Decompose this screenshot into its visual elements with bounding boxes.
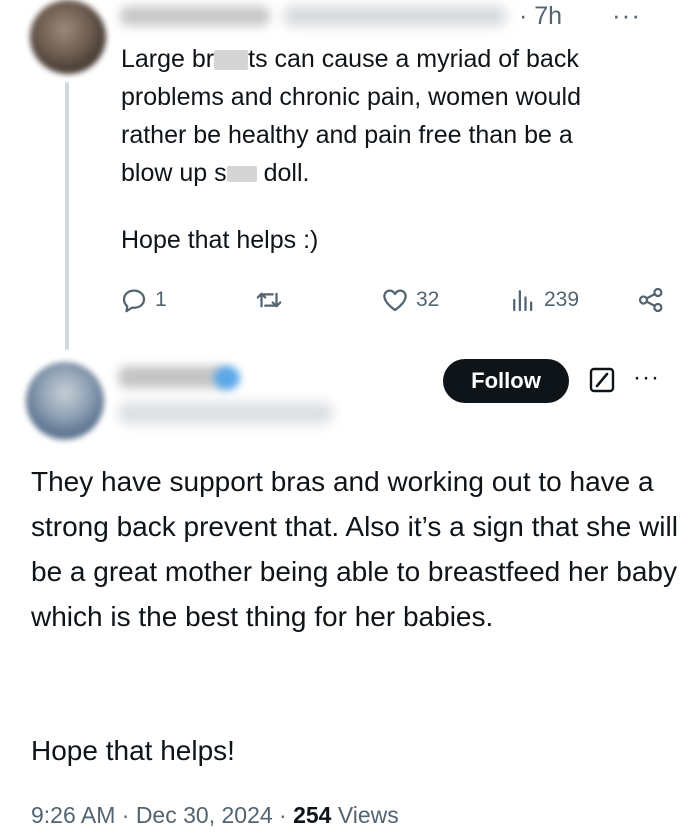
reply-text-segment: doll. — [263, 159, 310, 187]
retweet-icon — [256, 292, 282, 308]
reply-text-line: rather be healthy and pain free than be … — [121, 121, 573, 149]
tweet-text-line: Hope that helps! — [31, 735, 235, 766]
tweet-text: They have support bras and working out t… — [31, 466, 678, 632]
reply-text-line: Hope that helps :) — [121, 226, 319, 254]
redacted-handle[interactable] — [118, 402, 333, 424]
share-button[interactable] — [636, 283, 666, 317]
tweet-time[interactable]: · 7h — [519, 2, 562, 31]
reply-text-segment: blow up s — [121, 159, 227, 187]
reply-text: Large br ts can cause a myriad of back pr… — [121, 40, 681, 192]
like-button[interactable]: 32 — [380, 283, 439, 317]
analytics-icon — [513, 290, 533, 312]
view-count: 239 — [544, 288, 580, 311]
redaction-bar — [226, 166, 257, 183]
views-count: 254 — [293, 802, 332, 828]
redacted-display-name[interactable] — [120, 6, 270, 26]
reply-text-segment: ts can cause a myriad of back — [248, 45, 579, 73]
share-icon — [638, 287, 663, 313]
avatar[interactable] — [26, 362, 104, 440]
more-options-icon[interactable]: ··· — [633, 364, 660, 392]
comment-icon — [122, 289, 146, 313]
reply-count: 1 — [155, 288, 167, 311]
follow-button[interactable]: Follow — [443, 359, 569, 403]
thread-line — [65, 82, 69, 350]
redacted-display-name[interactable] — [118, 366, 228, 388]
avatar[interactable] — [30, 0, 106, 74]
verified-badge-icon — [214, 366, 240, 390]
views-button[interactable]: 239 — [508, 283, 579, 317]
reply-text-segment: Large br — [121, 45, 215, 73]
tweet-meta: 9:26 AM · Dec 30, 2024 · 254 Views — [31, 802, 399, 829]
grok-icon[interactable] — [588, 366, 616, 394]
tweet-timestamp[interactable]: 9:26 AM · Dec 30, 2024 · — [31, 802, 293, 828]
redacted-handle[interactable] — [284, 6, 506, 26]
heart-icon — [383, 289, 407, 312]
more-options-icon[interactable]: ··· — [612, 0, 641, 31]
reply-text-line: problems and chronic pain, women would — [121, 83, 581, 111]
retweet-button[interactable] — [254, 283, 284, 317]
redaction-bar — [214, 50, 249, 71]
reply-button[interactable]: 1 — [119, 283, 167, 317]
views-label: Views — [331, 802, 399, 828]
like-count: 32 — [416, 288, 440, 311]
